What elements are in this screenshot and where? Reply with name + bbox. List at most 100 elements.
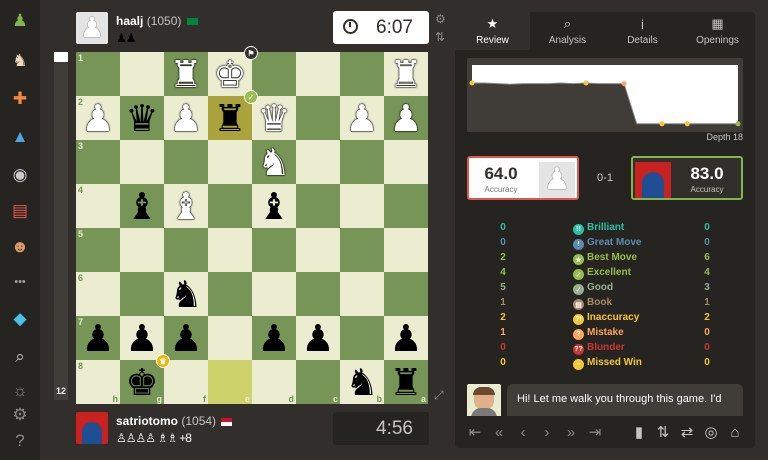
stats-chart-icon[interactable]: ▮	[627, 420, 651, 444]
black-piece[interactable]: ♟	[384, 316, 428, 360]
black-piece[interactable]: ♟	[76, 316, 120, 360]
square-h3[interactable]: 3	[76, 140, 120, 184]
black-piece[interactable]: ♞	[164, 272, 208, 316]
square-c7[interactable]: ♟	[296, 316, 340, 360]
square-f2[interactable]: ♟	[164, 96, 208, 140]
black-piece[interactable]: ♟	[164, 316, 208, 360]
top-player-avatar[interactable]: ♟	[76, 12, 108, 44]
retry-icon[interactable]: ◎	[699, 420, 723, 444]
classification-row[interactable]: 1 ▤ Book 1	[467, 297, 743, 312]
social-icon[interactable]: ☻	[8, 234, 32, 258]
square-f1[interactable]: ♜	[164, 52, 208, 96]
square-d3[interactable]: ♞	[252, 140, 296, 184]
help-icon[interactable]: ?	[8, 428, 32, 452]
square-a6[interactable]	[384, 272, 428, 316]
square-g6[interactable]	[120, 272, 164, 316]
square-c2[interactable]	[296, 96, 340, 140]
square-e8[interactable]: e	[208, 360, 252, 404]
move-marker[interactable]	[684, 121, 690, 127]
premium-diamond-icon[interactable]: ◆	[8, 306, 32, 330]
previous-move-icon[interactable]: ‹	[511, 420, 535, 444]
black-piece[interactable]: ♚	[120, 360, 164, 404]
square-b7[interactable]	[340, 316, 384, 360]
bottom-player-name[interactable]: satriotomo	[116, 414, 178, 428]
news-icon[interactable]: ▤	[8, 198, 32, 222]
classification-row[interactable]: 0 – Missed Win 0	[467, 357, 743, 372]
black-piece[interactable]: ♜	[208, 96, 252, 140]
tab-review[interactable]: ★ Review	[455, 12, 530, 50]
square-b8[interactable]: b ♞	[340, 360, 384, 404]
classification-row[interactable]: 4 ✓ Excellent 4	[467, 267, 743, 282]
white-piece[interactable]: ♟	[76, 96, 120, 140]
square-g2[interactable]: ♛	[120, 96, 164, 140]
square-b5[interactable]	[340, 228, 384, 272]
search-icon[interactable]: ⌕	[8, 344, 32, 368]
classification-row[interactable]: 2?! Inaccuracy 2	[467, 312, 743, 327]
move-marker[interactable]	[469, 80, 475, 86]
square-c1[interactable]	[296, 52, 340, 96]
white-piece[interactable]: ♚	[208, 52, 252, 96]
tab-analysis[interactable]: ⌕ Analysis	[530, 12, 605, 50]
square-a7[interactable]: ♟	[384, 316, 428, 360]
previous-five-icon[interactable]: «	[487, 420, 511, 444]
theme-icon[interactable]: ☼	[8, 378, 32, 402]
classification-row[interactable]: 0!! Brilliant 0	[467, 222, 743, 237]
square-b2[interactable]: ♟	[340, 96, 384, 140]
expand-board-icon[interactable]: ⤢	[434, 388, 444, 403]
chess-logo-icon[interactable]: ♟	[8, 8, 32, 32]
black-piece[interactable]: ♛	[120, 96, 164, 140]
square-b3[interactable]	[340, 140, 384, 184]
bottom-player-avatar[interactable]	[76, 412, 108, 444]
puzzles-icon[interactable]: ✚	[8, 86, 32, 110]
square-h6[interactable]: 6	[76, 272, 120, 316]
black-piece[interactable]: ♟	[296, 316, 340, 360]
square-h7[interactable]: 7 ♟	[76, 316, 120, 360]
share-icon[interactable]: ⇄	[675, 420, 699, 444]
square-a5[interactable]	[384, 228, 428, 272]
white-piece[interactable]: ♟	[340, 96, 384, 140]
black-piece[interactable]: ♟	[120, 316, 164, 360]
move-marker[interactable]	[621, 81, 627, 87]
square-e4[interactable]	[208, 184, 252, 228]
square-a2[interactable]: ♟	[384, 96, 428, 140]
move-marker[interactable]	[583, 80, 589, 86]
square-h4[interactable]: 4	[76, 184, 120, 228]
black-piece[interactable]: ♝	[120, 184, 164, 228]
square-h8[interactable]: 8h	[76, 360, 120, 404]
square-h1[interactable]: 1	[76, 52, 120, 96]
square-f6[interactable]: ♞	[164, 272, 208, 316]
evaluation-graph[interactable]	[467, 58, 743, 132]
square-c4[interactable]	[296, 184, 340, 228]
white-piece[interactable]: ♞	[252, 140, 296, 184]
square-f5[interactable]	[164, 228, 208, 272]
next-five-icon[interactable]: »	[559, 420, 583, 444]
square-f8[interactable]: f	[164, 360, 208, 404]
square-a4[interactable]	[384, 184, 428, 228]
square-d5[interactable]	[252, 228, 296, 272]
move-marker[interactable]	[659, 121, 665, 127]
white-piece[interactable]: ♟	[164, 96, 208, 140]
white-piece[interactable]: ♝	[164, 184, 208, 228]
black-piece[interactable]: ♝	[252, 184, 296, 228]
square-d6[interactable]	[252, 272, 296, 316]
square-g5[interactable]	[120, 228, 164, 272]
square-e6[interactable]	[208, 272, 252, 316]
square-c6[interactable]	[296, 272, 340, 316]
watch-icon[interactable]: ◉	[8, 162, 32, 186]
move-marker[interactable]	[735, 121, 741, 127]
white-piece[interactable]: ♜	[384, 52, 428, 96]
square-d7[interactable]: ♟	[252, 316, 296, 360]
square-f7[interactable]: ♟	[164, 316, 208, 360]
square-a3[interactable]	[384, 140, 428, 184]
square-c3[interactable]	[296, 140, 340, 184]
square-d2[interactable]: ♛	[252, 96, 296, 140]
top-player-name[interactable]: haalj	[116, 14, 143, 28]
square-e1[interactable]: ♚ ⚑	[208, 46, 258, 96]
tab-details[interactable]: i Details	[605, 12, 680, 50]
square-g8[interactable]: g ♚ ♛	[120, 354, 170, 404]
square-e2[interactable]: ♜ ✓	[208, 90, 258, 140]
first-move-icon[interactable]: ⇤	[463, 420, 487, 444]
square-h5[interactable]: 5	[76, 228, 120, 272]
white-piece[interactable]: ♛	[252, 96, 296, 140]
square-b6[interactable]	[340, 272, 384, 316]
